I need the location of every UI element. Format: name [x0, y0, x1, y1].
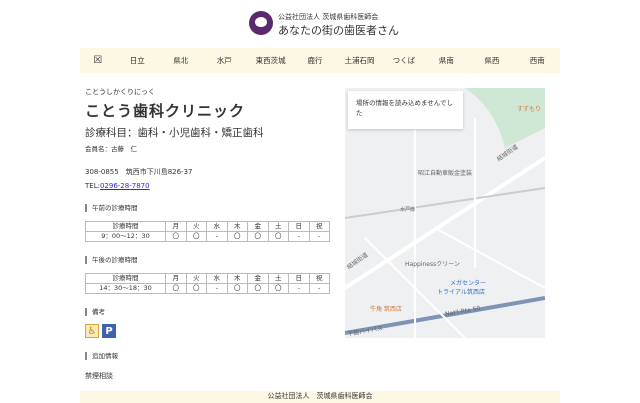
- nav-item[interactable]: 土浦石岡: [335, 55, 384, 66]
- map-label: 牛角 筑西店: [370, 306, 402, 313]
- tel: TEL:0296-28-7870: [85, 182, 335, 190]
- cell: 〇: [267, 231, 289, 242]
- map-error-popup: 場所の情報を読み込めませんでした: [348, 91, 463, 129]
- map[interactable]: 場所の情報を読み込めませんでした すずもり 昭江自動車販金塗装 水戸線 結城街道…: [345, 88, 545, 338]
- clinic-info: ことうしかくりにっく ことう歯科クリニック 診療科目：歯科・小児歯科・矯正歯科 …: [85, 87, 335, 381]
- footer: 公益社団法人 茨城県歯科医師会: [80, 391, 560, 403]
- cell: 〇: [226, 231, 248, 242]
- afternoon-title: 午後の診療時間: [85, 256, 335, 264]
- cell: 月: [165, 221, 187, 232]
- extra-text: 禁煙相談: [85, 372, 113, 380]
- logo-icon[interactable]: [249, 11, 273, 35]
- cell: 火: [185, 221, 207, 232]
- cell: -: [308, 283, 330, 294]
- table-row: 9：00～12：30 〇〇 - 〇〇〇 - -: [85, 231, 330, 242]
- tel-link[interactable]: 0296-28-7870: [100, 182, 150, 190]
- cell: 診療時間: [85, 221, 166, 232]
- facility-icons: ♿ P: [85, 324, 335, 338]
- cell: 〇: [226, 283, 248, 294]
- table-header: 診療時間月火水木金土日祝: [85, 221, 330, 232]
- morning-table: 診療時間月火水木金土日祝 9：00～12：30 〇〇 - 〇〇〇 - -: [85, 221, 330, 242]
- nav-item[interactable]: 県南: [424, 55, 469, 66]
- cell: 日: [288, 273, 310, 284]
- cell: 月: [165, 273, 187, 284]
- cell: 〇: [165, 283, 187, 294]
- site-header: 公益社団法人 茨城県歯科医師会 あなたの街の歯医者さん: [0, 0, 640, 46]
- cell: 14：30～18：30: [85, 283, 166, 294]
- cell: 〇: [165, 231, 187, 242]
- map-label: 水戸線: [400, 207, 416, 213]
- nav-item[interactable]: 県西: [469, 55, 514, 66]
- cell: 祝: [308, 221, 330, 232]
- cell: 9：00～12：30: [85, 231, 166, 242]
- map-icon[interactable]: ☒: [80, 55, 116, 66]
- nav-item[interactable]: 西南: [515, 55, 560, 66]
- wheelchair-icon: ♿: [85, 324, 99, 338]
- cell: 祝: [308, 273, 330, 284]
- nav-item[interactable]: 東西茨城: [246, 55, 295, 66]
- map-label: Happinessクリーン: [405, 261, 460, 268]
- region-nav: ☒ 日立 県北 水戸 東西茨城 鹿行 土浦石岡 つくば 県南 県西 西南: [80, 48, 560, 73]
- clinic-kana: ことうしかくりにっく: [85, 88, 155, 96]
- cell: 診療時間: [85, 273, 166, 284]
- org-name: 公益社団法人 茨城県歯科医師会: [278, 13, 379, 21]
- cell: 木: [226, 221, 248, 232]
- cell: 金: [247, 221, 269, 232]
- nav-item[interactable]: つくば: [384, 55, 424, 66]
- cell: -: [308, 231, 330, 242]
- map-label: トライアル筑西店: [437, 289, 485, 296]
- cell: 〇: [185, 283, 207, 294]
- cell: 〇: [185, 231, 207, 242]
- extra-title: 追加情報: [85, 352, 335, 360]
- cell: 火: [185, 273, 207, 284]
- nav-item[interactable]: 水戸: [202, 55, 245, 66]
- cell: -: [288, 231, 310, 242]
- cell: -: [206, 231, 228, 242]
- cell: 土: [267, 221, 289, 232]
- cell: 水: [206, 273, 228, 284]
- clinic-name: ことう歯科クリニック: [85, 102, 246, 120]
- cell: 〇: [267, 283, 289, 294]
- cell: 日: [288, 221, 310, 232]
- table-header: 診療時間月火水木金土日祝: [85, 273, 330, 284]
- cell: -: [206, 283, 228, 294]
- cell: 土: [267, 273, 289, 284]
- site-title[interactable]: あなたの街の歯医者さん: [278, 22, 399, 38]
- tel-label: TEL:: [85, 182, 100, 190]
- notes-title: 備考: [85, 308, 335, 316]
- cell: -: [288, 283, 310, 294]
- cell: 木: [226, 273, 248, 284]
- nav-item[interactable]: 鹿行: [295, 55, 335, 66]
- address: 308-0855 筑西市下川島826-37: [85, 168, 193, 176]
- cell: 〇: [247, 231, 269, 242]
- cell: 金: [247, 273, 269, 284]
- member-name: 会員名：古藤 仁: [85, 145, 137, 153]
- nav-item[interactable]: 県北: [159, 55, 202, 66]
- departments: 診療科目：歯科・小児歯科・矯正歯科: [85, 127, 264, 139]
- afternoon-table: 診療時間月火水木金土日祝 14：30～18：30 〇〇 - 〇〇〇 - -: [85, 273, 330, 294]
- map-label: メガセンター: [450, 280, 487, 287]
- map-label: 昭江自動車販金塗装: [418, 170, 473, 177]
- parking-icon: P: [102, 324, 116, 338]
- morning-title: 午前の診療時間: [85, 204, 335, 212]
- table-row: 14：30～18：30 〇〇 - 〇〇〇 - -: [85, 283, 330, 294]
- cell: 水: [206, 221, 228, 232]
- cell: 〇: [247, 283, 269, 294]
- nav-item[interactable]: 日立: [116, 55, 159, 66]
- map-label: すずもり: [517, 106, 542, 113]
